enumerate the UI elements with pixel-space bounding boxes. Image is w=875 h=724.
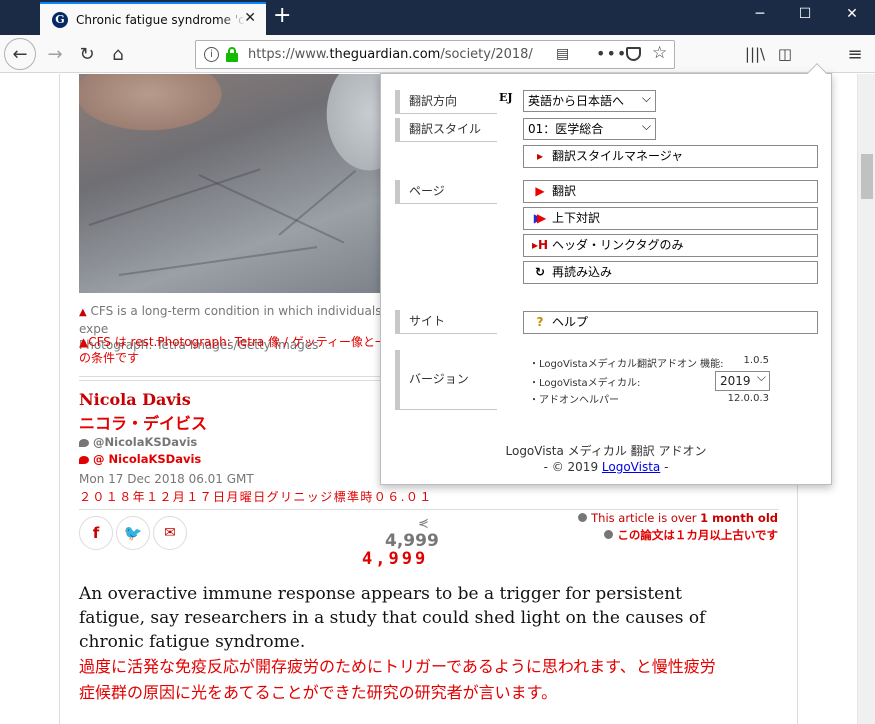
- minimize-icon[interactable]: ─: [748, 6, 772, 22]
- style-manager-button[interactable]: ▸ 翻訳スタイルマネージャ: [523, 145, 818, 168]
- back-button[interactable]: ←: [4, 38, 36, 70]
- info-icon[interactable]: i: [204, 47, 219, 62]
- ej-badge-icon: EJ: [499, 91, 513, 104]
- close-tab-icon[interactable]: ✕: [244, 10, 256, 26]
- twitter-icon: [79, 455, 89, 464]
- panel-footer-copyright: - © 2019 LogoVista -: [543, 460, 669, 474]
- twitter-handle[interactable]: @NicolaKSDavis: [79, 435, 197, 449]
- publish-date: Mon 17 Dec 2018 06.01 GMT: [79, 472, 254, 486]
- scrollbar-thumb[interactable]: [861, 154, 873, 199]
- page-actions-icon[interactable]: •••: [596, 44, 627, 63]
- bilingual-button[interactable]: ▶▶ 上下対訳: [523, 207, 818, 230]
- author-name[interactable]: Nicola Davis: [79, 390, 191, 409]
- header-tag-icon: ▸H: [532, 238, 549, 252]
- panel-footer-title: LogoVista メディカル 翻訳 アドオン: [505, 444, 707, 458]
- version-addon-name: ・LogoVistaメディカル翻訳アドオン 機能:: [529, 359, 724, 370]
- clock-icon: [578, 513, 588, 522]
- page-label: ページ: [395, 180, 497, 204]
- publish-date-translation: ２０１８年１２月１７日月曜日グリニッジ標準時０６.０１: [79, 490, 433, 504]
- new-tab-icon[interactable]: +: [273, 5, 291, 27]
- version-medical-select[interactable]: 2019: [715, 368, 770, 391]
- home-icon[interactable]: ⌂: [103, 39, 133, 69]
- title-bar: G Chronic fatigue syndrome 'cou ✕ + ─ ☐ …: [0, 0, 875, 35]
- facebook-share-icon[interactable]: f: [79, 516, 113, 550]
- direction-label: 翻訳方向: [395, 90, 497, 114]
- url-bar[interactable]: i https://www.theguardian.com/society/20…: [195, 40, 675, 69]
- twitter-icon: [79, 438, 89, 447]
- caption-triangle-icon: ▲: [79, 307, 87, 318]
- email-share-icon[interactable]: ✉: [153, 516, 187, 550]
- play-icon: ▶: [535, 184, 545, 198]
- maximize-icon[interactable]: ☐: [793, 6, 817, 22]
- nav-toolbar: ← → ↻ ⌂ i https://www.theguardian.com/so…: [0, 35, 875, 103]
- style-manager-icon: ▸: [536, 149, 544, 163]
- help-button[interactable]: ? ヘルプ: [523, 311, 818, 334]
- url-text[interactable]: https://www.theguardian.com/society/2018…: [248, 47, 533, 62]
- version-medical-name: ・LogoVistaメディカル:: [529, 378, 641, 389]
- article-standfirst: An overactive immune response appears to…: [79, 584, 706, 652]
- logovista-link[interactable]: LogoVista: [602, 460, 660, 474]
- article-standfirst-translation: 過度に活発な免疫反応が開存疲労のためにトリガーであるように思われます、と慢性疲労…: [79, 657, 716, 702]
- version-addon-value: 1.0.5: [743, 355, 769, 366]
- clock-icon: [604, 530, 614, 539]
- reader-view-icon[interactable]: ▤: [556, 46, 569, 62]
- divider: [79, 509, 779, 510]
- share-count: 4,999: [385, 531, 439, 551]
- version-label: バージョン: [395, 350, 497, 410]
- translation-addon-panel: 翻訳方向 EJ 英語から日本語へ 翻訳スタイル 01：医学総合 ▸翻訳スタイルマ…: [380, 73, 832, 485]
- double-arrow-icon: ▶▶: [533, 211, 547, 225]
- twitter-share-icon[interactable]: 🐦: [116, 516, 150, 550]
- style-label: 翻訳スタイル: [395, 118, 497, 142]
- guardian-favicon-icon: G: [52, 11, 68, 28]
- column-rule: [59, 74, 60, 724]
- direction-select[interactable]: 英語から日本語へ: [523, 88, 656, 112]
- share-icon: ⋞: [418, 516, 429, 531]
- pocket-icon[interactable]: [626, 47, 641, 61]
- version-helper-value: 12.0.0.3: [727, 393, 769, 404]
- article-age-notice-translation: この論文は１カ月以上古いです: [604, 527, 778, 543]
- bookmark-star-icon[interactable]: ☆: [652, 43, 667, 63]
- article-age-notice: This article is over 1 month old: [578, 511, 778, 525]
- menu-icon[interactable]: ≡: [840, 39, 870, 69]
- style-select[interactable]: 01：医学総合: [523, 116, 656, 140]
- reload-translation-button[interactable]: ↻ 再読み込み: [523, 261, 818, 284]
- twitter-handle-translation: @ NicolaKSDavis: [79, 452, 201, 466]
- site-label: サイト: [395, 310, 497, 334]
- refresh-icon: ↻: [534, 265, 546, 279]
- header-link-button[interactable]: ▸H ヘッダ・リンクタグのみ: [523, 234, 818, 257]
- share-count-translation: 4,999: [362, 549, 429, 569]
- help-icon: ?: [536, 315, 544, 329]
- sidebar-icon[interactable]: ◫: [770, 39, 800, 69]
- translate-button[interactable]: ▶ 翻訳: [523, 180, 818, 203]
- tab-title: Chronic fatigue syndrome 'cou: [76, 12, 246, 27]
- lock-icon[interactable]: [226, 47, 238, 62]
- browser-tab[interactable]: G Chronic fatigue syndrome 'cou ✕: [40, 2, 266, 35]
- forward-button[interactable]: →: [40, 39, 70, 69]
- photo-caption-translation: ▲CFS は rest.Photograph: Tetra 像 / ゲッティー像…: [79, 335, 400, 365]
- version-helper-name: ・アドオンヘルパー: [529, 395, 619, 406]
- library-icon[interactable]: |||\: [740, 39, 770, 69]
- article-photo: [79, 74, 399, 293]
- close-window-icon[interactable]: ✕: [840, 6, 864, 22]
- author-name-translation: ニコラ・デイビス: [79, 414, 208, 433]
- reload-button[interactable]: ↻: [72, 39, 102, 69]
- page-scrollbar[interactable]: [857, 74, 875, 724]
